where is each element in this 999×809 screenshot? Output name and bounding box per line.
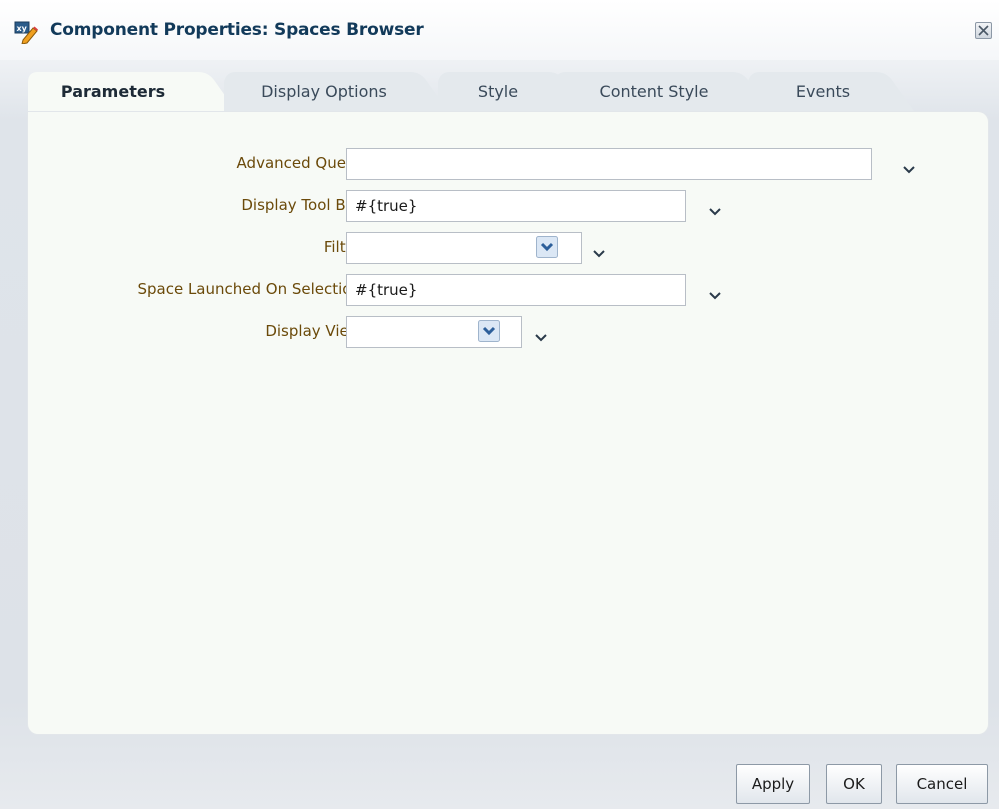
svg-text:xy: xy <box>17 24 28 33</box>
close-button[interactable] <box>975 22 992 39</box>
tab-display-options[interactable]: Display Options <box>224 70 450 114</box>
filter-options-chevron-icon[interactable] <box>592 244 606 258</box>
dialog-footer: Apply OK Cancel <box>0 752 999 809</box>
edit-properties-icon: xy <box>14 20 40 45</box>
tab-display-options-label: Display Options <box>261 82 387 101</box>
tab-events-label: Events <box>795 82 851 101</box>
tab-style-label: Style <box>477 82 519 101</box>
tab-parameters[interactable]: Parameters <box>28 70 238 114</box>
close-icon <box>978 25 989 36</box>
filter-row: Filter <box>28 232 988 264</box>
tab-content-style-label: Content Style <box>599 82 709 101</box>
display-tool-bar-options-chevron-icon[interactable] <box>708 202 722 216</box>
display-tool-bar-row: Display Tool Bar #{true} <box>28 190 988 222</box>
display-tool-bar-input[interactable]: #{true} <box>346 190 686 222</box>
space-launched-options-chevron-icon[interactable] <box>708 286 722 300</box>
apply-button[interactable]: Apply <box>736 764 810 804</box>
component-properties-dialog: xy Component Properties: Spaces Browser … <box>0 0 999 809</box>
dialog-titlebar: xy Component Properties: Spaces Browser <box>0 0 999 60</box>
tab-style[interactable]: Style <box>438 70 588 114</box>
ok-button[interactable]: OK <box>826 764 882 804</box>
display-view-dropdown-arrow-icon[interactable] <box>478 320 500 342</box>
display-view-row: Display View <box>28 316 988 348</box>
parameters-panel: Advanced Query Display Tool Bar #{true} … <box>28 112 988 734</box>
tab-strip: Parameters Display Options Style Content… <box>28 70 988 114</box>
space-launched-row: Space Launched On Selection #{true} <box>28 274 988 306</box>
advanced-query-options-chevron-icon[interactable] <box>902 160 916 174</box>
space-launched-label: Space Launched On Selection <box>137 280 361 298</box>
advanced-query-row: Advanced Query <box>28 148 988 180</box>
space-launched-input[interactable]: #{true} <box>346 274 686 306</box>
filter-dropdown-arrow-icon[interactable] <box>536 236 558 258</box>
advanced-query-label: Advanced Query <box>236 154 361 172</box>
dialog-title: Component Properties: Spaces Browser <box>50 20 424 40</box>
tab-events[interactable]: Events <box>748 70 916 114</box>
tab-content-style[interactable]: Content Style <box>554 70 772 114</box>
display-view-options-chevron-icon[interactable] <box>534 328 548 342</box>
tab-parameters-label: Parameters <box>60 82 166 101</box>
cancel-button[interactable]: Cancel <box>896 764 988 804</box>
advanced-query-input[interactable] <box>346 148 872 180</box>
display-tool-bar-label: Display Tool Bar <box>241 196 361 214</box>
